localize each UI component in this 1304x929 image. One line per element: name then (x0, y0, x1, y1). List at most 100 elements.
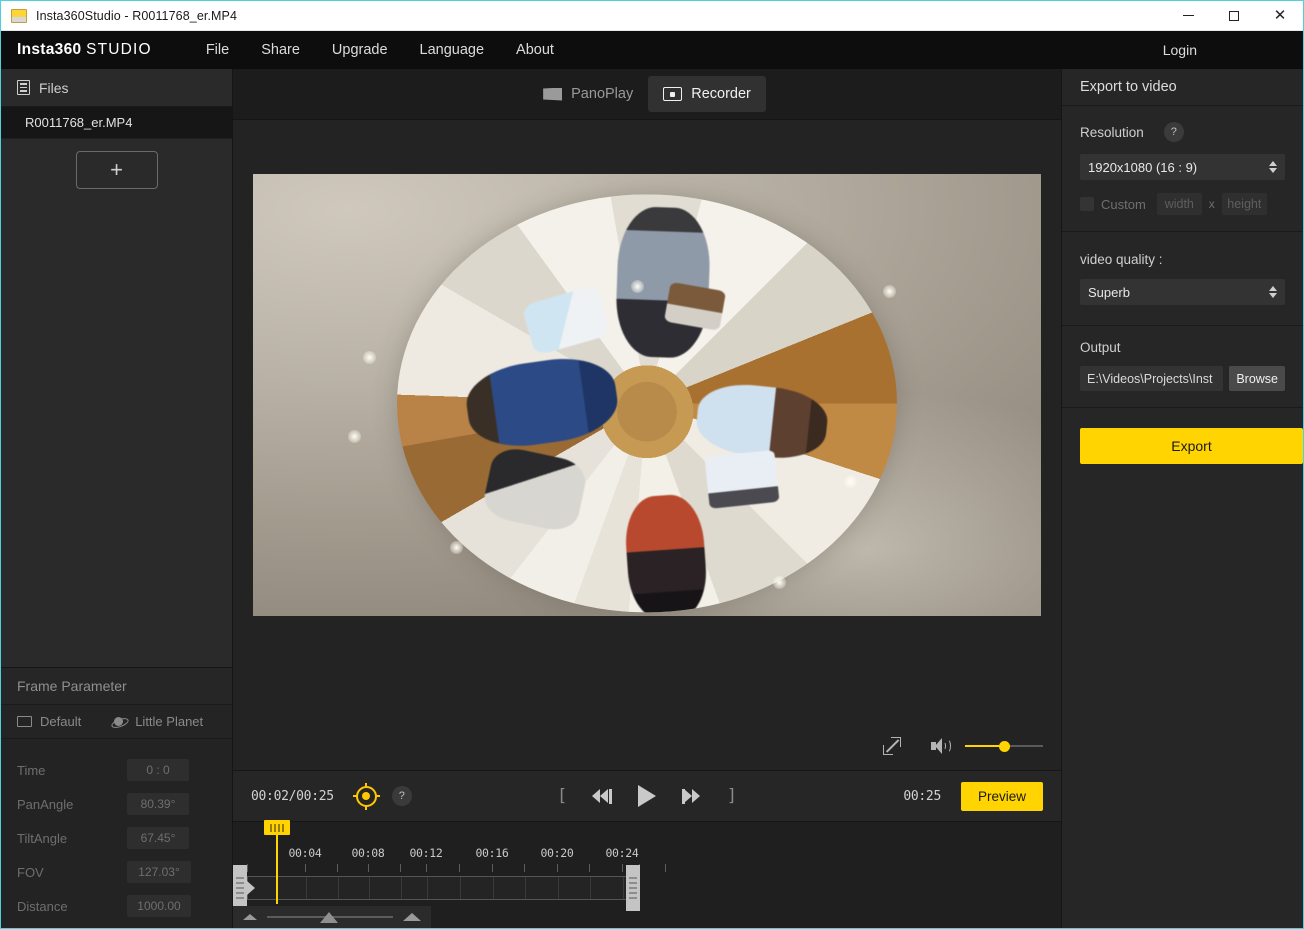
timeline-tick-label: 00:20 (540, 846, 573, 860)
tab-recorder[interactable]: Recorder (648, 76, 766, 112)
play-button[interactable] (638, 785, 656, 807)
output-path-row: E:\Videos\Projects\Inst Browse (1080, 366, 1285, 391)
transport-bar: 00:02/00:25 ? [ ] 00:25 Preview (233, 770, 1061, 822)
preview-button[interactable]: Preview (961, 782, 1043, 811)
previous-keyframe-button[interactable] (592, 789, 612, 804)
custom-height-input[interactable]: height (1222, 193, 1267, 215)
trim-handle-start[interactable] (233, 865, 247, 911)
param-value-time[interactable]: 0 : 0 (127, 759, 189, 781)
timeline-tick-label: 00:16 (475, 846, 508, 860)
mode-tab-bar: PanoPlay Recorder (233, 69, 1061, 120)
center-column: PanoPlay Recorder (233, 69, 1061, 928)
timeline-tick (337, 864, 338, 872)
export-button[interactable]: Export (1080, 428, 1303, 464)
next-keyframe-button[interactable] (682, 789, 702, 804)
playhead[interactable] (276, 828, 278, 904)
timeline-tick (524, 864, 525, 872)
panorama-icon (543, 88, 562, 101)
planet-icon (111, 716, 127, 728)
left-sidebar: Files R0011768_er.MP4 + Frame Parameter … (1, 69, 233, 928)
files-icon (17, 80, 30, 95)
planet-subject (623, 493, 709, 613)
transport-help-button[interactable]: ? (392, 786, 412, 806)
tab-default[interactable]: Default (1, 714, 81, 729)
speaker-icon[interactable] (931, 738, 949, 754)
ceiling-light (348, 430, 361, 443)
close-button[interactable]: ✕ (1257, 1, 1303, 31)
menu-item-language[interactable]: Language (404, 42, 501, 58)
timeline-tick (459, 864, 460, 872)
app-logo: Insta360 STUDIO (1, 41, 152, 59)
preview-stage (233, 120, 1061, 722)
quality-select[interactable]: Superb (1080, 279, 1285, 305)
browse-button[interactable]: Browse (1229, 366, 1285, 391)
export-panel-title: Export to video (1062, 69, 1303, 106)
timeline-clip[interactable] (247, 876, 633, 900)
add-file-button[interactable]: + (76, 151, 158, 189)
output-path-input[interactable]: E:\Videos\Projects\Inst (1080, 366, 1223, 391)
volume-slider[interactable] (965, 739, 1043, 753)
playhead-handle[interactable] (264, 820, 290, 835)
param-value-tiltangle[interactable]: 67.45° (127, 827, 189, 849)
timeline-tick (400, 864, 401, 872)
custom-label: Custom (1101, 197, 1146, 212)
list-item[interactable]: R0011768_er.MP4 (1, 107, 232, 139)
keyframe-target-icon[interactable] (356, 786, 377, 807)
minimize-icon (1183, 15, 1194, 16)
trim-handle-end[interactable] (626, 865, 640, 911)
tab-recorder-label: Recorder (691, 86, 751, 102)
timeline-tick-label: 00:04 (288, 846, 321, 860)
custom-checkbox[interactable] (1080, 197, 1094, 211)
menu-item-share[interactable]: Share (245, 42, 316, 58)
param-value-distance[interactable]: 1000.00 (127, 895, 191, 917)
param-label: Distance (17, 899, 127, 914)
timeline-track-area[interactable] (233, 872, 1061, 904)
tab-panoplay[interactable]: PanoPlay (528, 76, 648, 112)
timeline-tick (557, 864, 558, 872)
tab-little-planet[interactable]: Little Planet (81, 714, 203, 729)
video-preview[interactable] (253, 174, 1041, 616)
timeline-ruler[interactable]: 00:04 00:08 00:12 00:16 00:20 00:24 (233, 822, 1061, 866)
custom-resolution-row: Custom width x height (1080, 193, 1285, 215)
zoom-out-icon[interactable] (243, 914, 257, 920)
login-button[interactable]: Login (1163, 31, 1197, 69)
param-label: FOV (17, 865, 127, 880)
resolution-section: Resolution ? 1920x1080 (16 : 9) Custom w… (1062, 106, 1303, 232)
planet-object (704, 450, 779, 509)
param-value-fov[interactable]: 127.03° (127, 861, 191, 883)
skip-back-icon (592, 789, 612, 804)
resolution-select[interactable]: 1920x1080 (16 : 9) (1080, 154, 1285, 180)
rectangle-icon (17, 716, 32, 727)
menu-bar: Insta360 STUDIO File Share Upgrade Langu… (1, 31, 1303, 69)
quality-value: Superb (1088, 285, 1130, 300)
quality-label: video quality : (1080, 252, 1285, 267)
param-row-time: Time 0 : 0 (1, 753, 232, 787)
volume-knob[interactable] (999, 741, 1010, 752)
custom-width-input[interactable]: width (1157, 193, 1202, 215)
menu-item-file[interactable]: File (190, 42, 245, 58)
mark-in-button[interactable]: [ (559, 786, 566, 806)
output-section: Output E:\Videos\Projects\Inst Browse (1062, 326, 1303, 408)
minimize-button[interactable] (1165, 1, 1211, 31)
timeline-tick (247, 864, 248, 872)
ceiling-light (450, 541, 463, 554)
mark-out-button[interactable]: ] (728, 786, 735, 806)
param-label: PanAngle (17, 797, 127, 812)
resolution-help-icon[interactable]: ? (1164, 122, 1184, 142)
volume-fill (965, 745, 1002, 747)
menu-item-upgrade[interactable]: Upgrade (316, 42, 404, 58)
timeline-zoom-slider[interactable] (267, 911, 393, 923)
quality-section: video quality : Superb (1062, 232, 1303, 326)
param-row-panangle: PanAngle 80.39° (1, 787, 232, 821)
maximize-button[interactable] (1211, 1, 1257, 31)
timeline-zoom-controls (233, 906, 431, 928)
param-value-panangle[interactable]: 80.39° (127, 793, 189, 815)
menu-item-about[interactable]: About (500, 42, 570, 58)
zoom-in-icon[interactable] (403, 913, 421, 921)
timeline-tick (622, 864, 623, 872)
expand-icon[interactable] (883, 737, 901, 755)
menu-item-list: File Share Upgrade Language About (190, 42, 570, 58)
timeline[interactable]: 00:04 00:08 00:12 00:16 00:20 00:24 (233, 822, 1061, 928)
tab-panoplay-label: PanoPlay (571, 86, 633, 102)
zoom-knob[interactable] (320, 912, 338, 923)
